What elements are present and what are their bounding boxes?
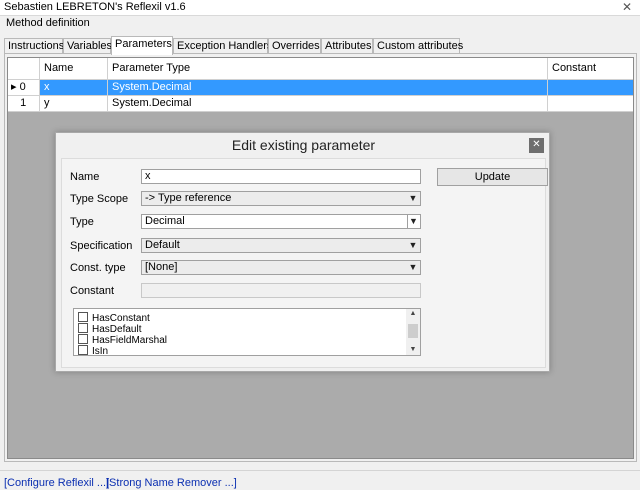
tab-variables[interactable]: Variables <box>63 38 112 54</box>
column-header-constant[interactable]: Constant <box>548 58 633 80</box>
constant-input[interactable] <box>141 283 421 298</box>
table-row[interactable]: ▸ 0 x System.Decimal <box>8 80 633 96</box>
column-header-name[interactable]: Name <box>40 58 108 80</box>
cell-constant[interactable] <box>548 96 633 112</box>
footer-bar: [Configure Reflexil ...] [Strong Name Re… <box>0 470 640 490</box>
const-type-select[interactable]: [None] ▼ <box>141 260 421 275</box>
table-row[interactable]: 1 y System.Decimal <box>8 96 633 112</box>
checklist-scrollbar[interactable]: ▲ ▼ <box>406 309 420 355</box>
cell-parameter-type[interactable]: System.Decimal <box>108 96 548 112</box>
tab-parameters[interactable]: Parameters <box>111 36 173 55</box>
type-label: Type <box>70 216 94 228</box>
dialog-body: Name x Type Scope -> Type reference ▼ Ty… <box>61 158 548 368</box>
attribute-label: IsIn <box>92 346 109 356</box>
tab-attributes[interactable]: Attributes <box>321 38 373 54</box>
window-close-icon[interactable]: ✕ <box>622 0 632 14</box>
window-title: Sebastien LEBRETON's Reflexil v1.6 <box>4 1 186 13</box>
attributes-checklist[interactable]: HasConstant HasDefault HasFieldMarshal I… <box>73 308 421 356</box>
row-header: 1 <box>8 96 40 112</box>
grid-header-corner <box>8 58 40 80</box>
type-scope-select[interactable]: -> Type reference ▼ <box>141 191 421 206</box>
row-index: 0 <box>19 81 26 93</box>
checkbox-icon[interactable] <box>78 345 88 355</box>
configure-reflexil-link[interactable]: [Configure Reflexil ...] <box>4 477 109 489</box>
chevron-down-icon[interactable]: ▼ <box>407 261 419 274</box>
const-type-value: [None] <box>145 261 178 273</box>
dialog-title: Edit existing parameter <box>231 137 376 153</box>
window-titlebar: Sebastien LEBRETON's Reflexil v1.6 ✕ <box>0 0 640 16</box>
checkbox-icon[interactable] <box>78 334 88 344</box>
scroll-down-icon[interactable]: ▼ <box>406 345 420 355</box>
section-label: Method definition <box>6 17 90 29</box>
current-row-icon: ▸ <box>11 81 17 93</box>
row-index: 1 <box>20 97 27 109</box>
cell-name[interactable]: y <box>40 96 108 112</box>
name-label: Name <box>70 171 100 183</box>
scroll-thumb[interactable] <box>408 324 418 338</box>
list-item[interactable]: HasFieldMarshal <box>78 334 167 346</box>
grid-header: Name Parameter Type Constant <box>8 58 633 80</box>
specification-label: Specification <box>70 240 133 252</box>
type-value: Decimal <box>145 215 185 227</box>
type-scope-label: Type Scope <box>70 193 129 205</box>
strong-name-remover-link[interactable]: [Strong Name Remover ...] <box>106 477 237 489</box>
chevron-down-icon[interactable]: ▼ <box>407 239 419 252</box>
type-select[interactable]: Decimal ▼ <box>141 214 421 229</box>
list-item[interactable]: HasDefault <box>78 323 141 335</box>
list-item[interactable]: IsIn <box>78 345 109 356</box>
update-button[interactable]: Update <box>437 168 548 186</box>
name-input[interactable]: x <box>141 169 421 184</box>
specification-select[interactable]: Default ▼ <box>141 238 421 253</box>
tab-custom-attributes[interactable]: Custom attributes <box>373 38 463 54</box>
scroll-up-icon[interactable]: ▲ <box>406 309 420 319</box>
edit-parameter-dialog: Edit existing parameter ✕ Name x Type Sc… <box>55 132 550 372</box>
cell-constant[interactable] <box>548 80 633 96</box>
cell-name[interactable]: x <box>40 80 108 96</box>
const-type-label: Const. type <box>70 262 126 274</box>
tab-overrides[interactable]: Overrides <box>268 38 321 54</box>
chevron-down-icon[interactable]: ▼ <box>407 215 419 228</box>
dialog-close-icon[interactable]: ✕ <box>529 138 544 153</box>
tab-exception-handlers[interactable]: Exception Handlers <box>173 38 272 54</box>
cell-parameter-type[interactable]: System.Decimal <box>108 80 548 96</box>
tab-instructions[interactable]: Instructions <box>4 38 64 54</box>
checkbox-icon[interactable] <box>78 312 88 322</box>
constant-label: Constant <box>70 285 115 297</box>
list-item[interactable]: HasConstant <box>78 312 150 324</box>
column-header-parameter-type[interactable]: Parameter Type <box>108 58 548 80</box>
row-header: ▸ 0 <box>8 80 40 96</box>
checkbox-icon[interactable] <box>78 323 88 333</box>
type-scope-value: -> Type reference <box>145 192 232 204</box>
specification-value: Default <box>145 239 180 251</box>
chevron-down-icon[interactable]: ▼ <box>407 192 419 205</box>
